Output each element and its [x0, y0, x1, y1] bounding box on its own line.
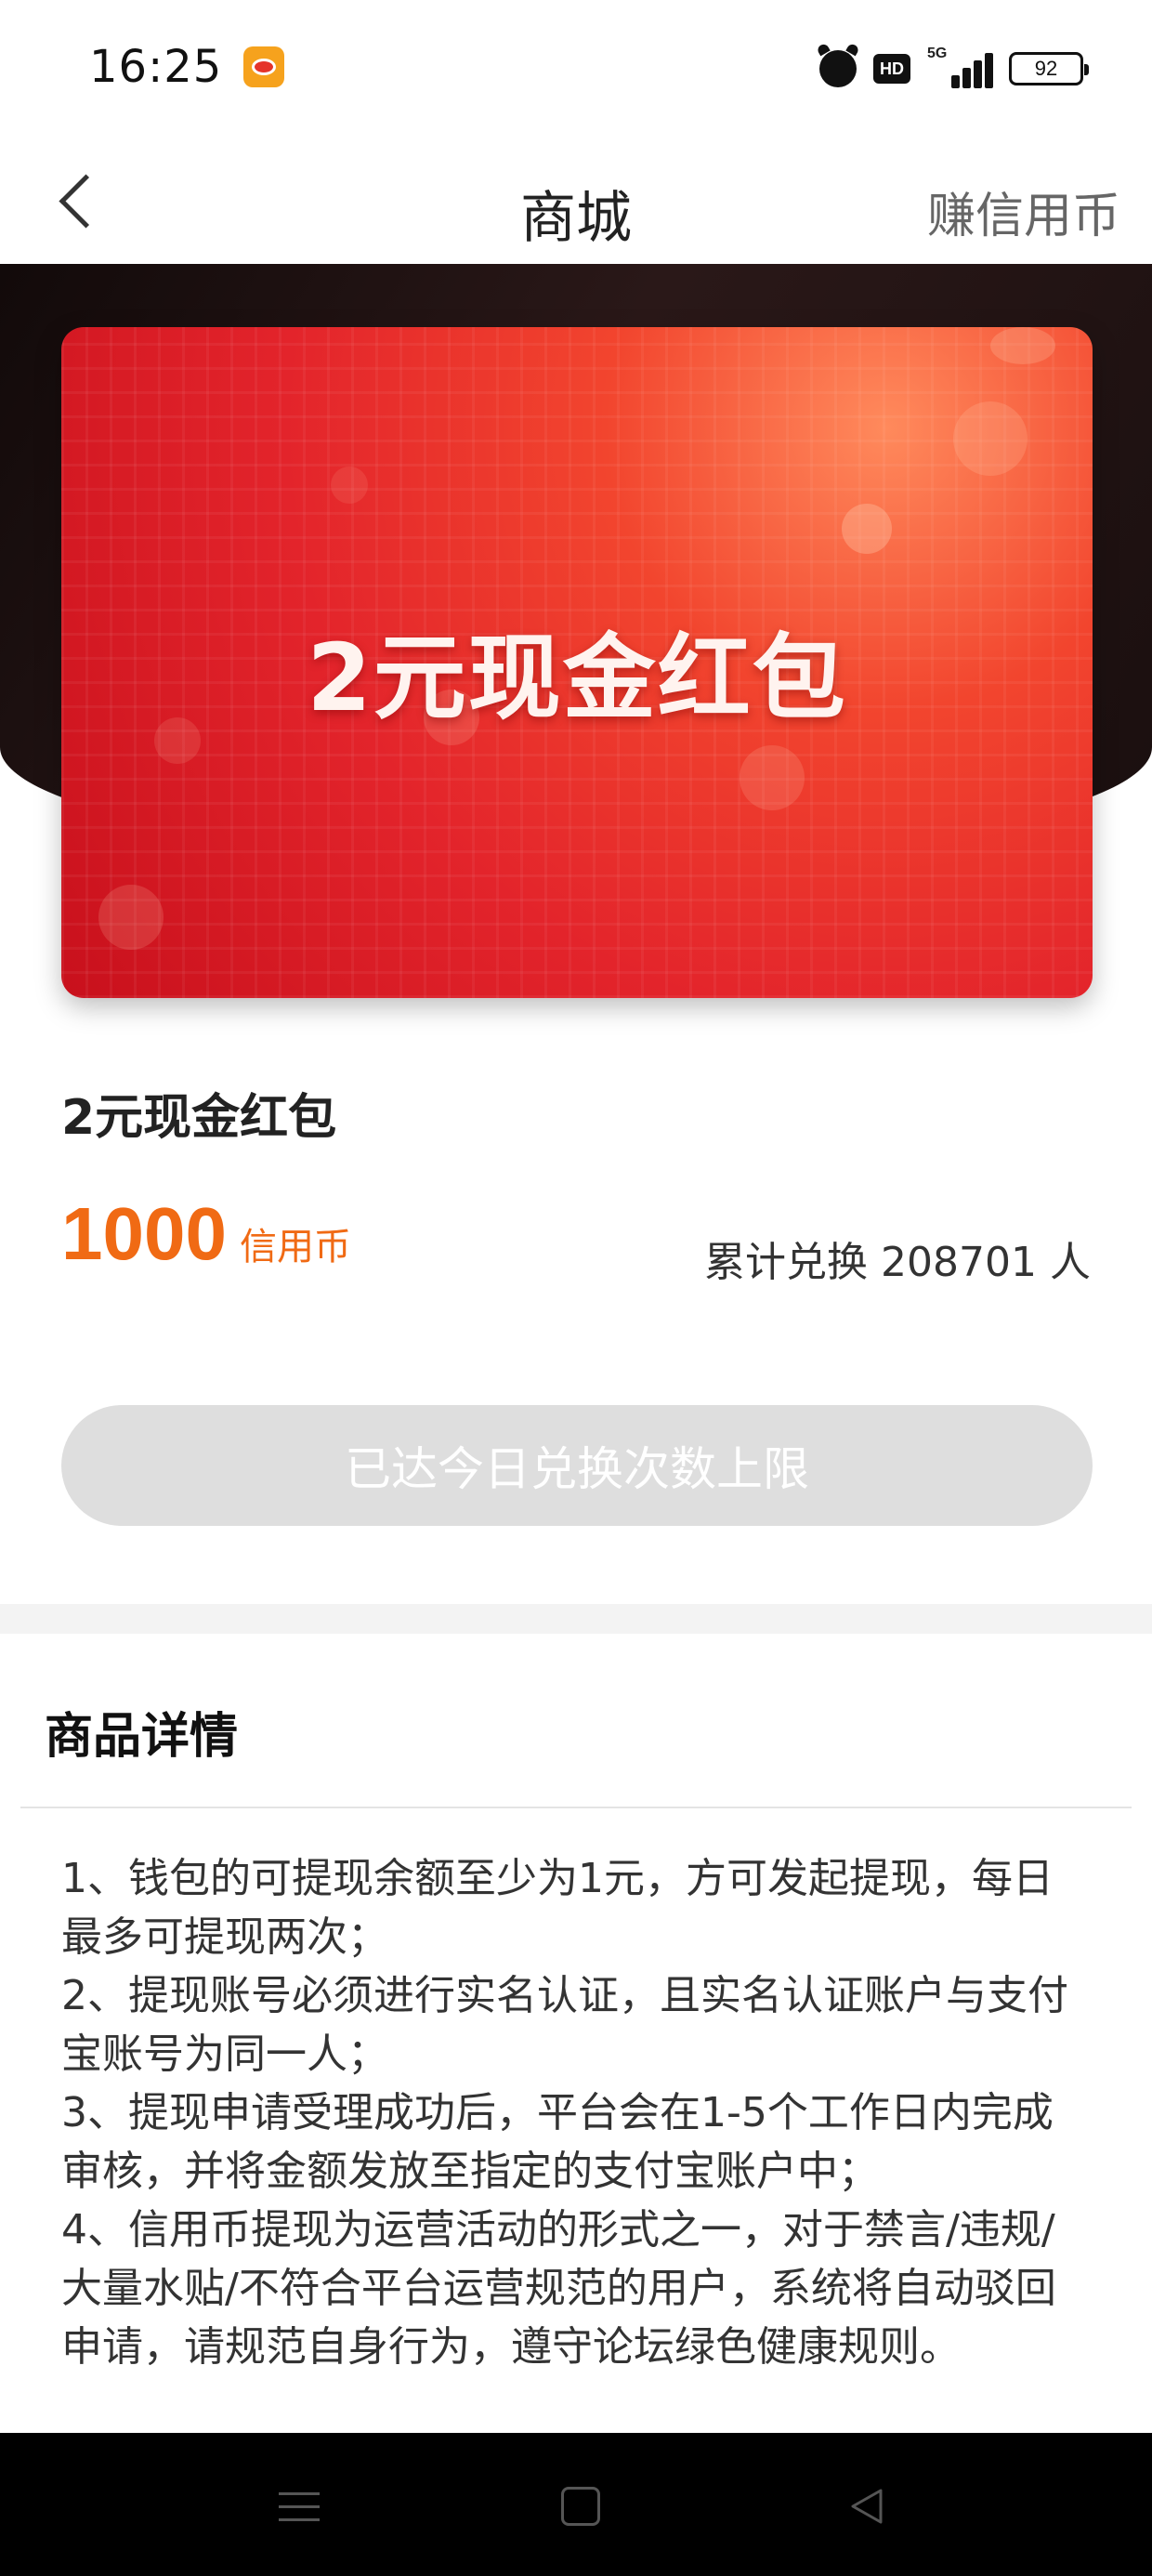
redeem-button[interactable]: 已达今日兑换次数上限	[61, 1405, 1093, 1526]
product-name: 2元现金红包	[61, 1090, 337, 1146]
system-nav-bar	[0, 2433, 1152, 2576]
product-image: 2元现金红包	[61, 327, 1093, 998]
price-row: 1000 信用币	[61, 1191, 351, 1277]
details-title: 商品详情	[45, 1709, 239, 1765]
network-label: 5G	[927, 46, 948, 61]
hero-banner: 2元现金红包	[0, 264, 1152, 1026]
details-line: 4、信用币提现为运营活动的形式之一，对于禁言/违规/大量水贴/不符合平台运营规范…	[61, 2206, 1056, 2371]
product-image-title: 2元现金红包	[307, 624, 847, 732]
redeem-count: 累计兑换 208701 人	[704, 1239, 1091, 1286]
price-value: 1000	[61, 1192, 227, 1275]
triangle-back-icon[interactable]	[845, 2485, 888, 2528]
price-unit: 信用币	[239, 1226, 351, 1268]
earn-credits-link[interactable]: 赚信用币	[927, 177, 1120, 246]
status-time: 16:25	[89, 41, 223, 93]
menu-icon[interactable]	[279, 2489, 320, 2526]
section-divider	[0, 1604, 1152, 1634]
battery-icon: 92	[1009, 52, 1089, 85]
details-line: 1、钱包的可提现余额至少为1元，方可发起提现，每日最多可提现两次；	[61, 1855, 1054, 1961]
signal-icon: 5G	[927, 46, 993, 88]
hd-icon: HD	[873, 54, 910, 84]
alarm-icon	[819, 50, 857, 87]
details-line: 2、提现账号必须进行实名认证，且实名认证账户与支付宝账号为同一人；	[61, 1972, 1068, 2078]
status-icons: HD 5G 92	[819, 46, 1089, 91]
details-body: 1、钱包的可提现余额至少为1元，方可发起提现，每日最多可提现两次； 2、提现账号…	[61, 1849, 1093, 2376]
details-line: 3、提现申请受理成功后，平台会在1-5个工作日内完成审核，并将金额发放至指定的支…	[61, 2089, 1054, 2195]
status-bar: 16:25 HD 5G 92	[0, 0, 1152, 138]
home-icon[interactable]	[561, 2487, 600, 2526]
nav-bar: 商城 赚信用币	[0, 138, 1152, 264]
weibo-icon	[243, 46, 284, 87]
details-divider	[20, 1807, 1132, 1808]
